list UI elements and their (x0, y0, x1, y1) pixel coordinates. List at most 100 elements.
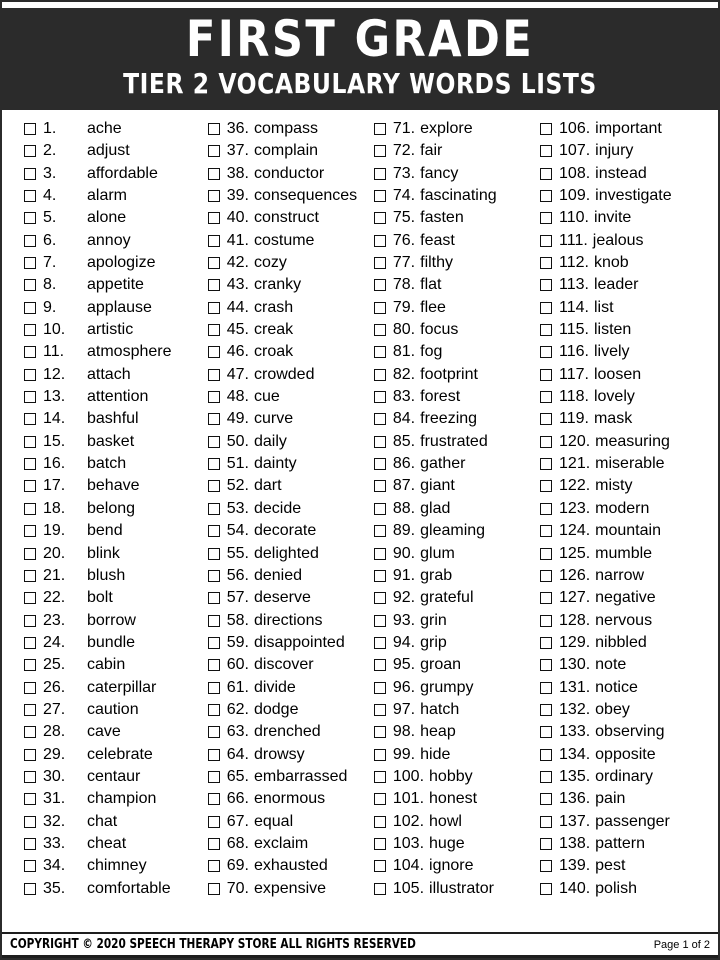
word-list-item[interactable]: 43. cranky (207, 274, 374, 296)
word-list-item[interactable]: 74. fascinating (373, 185, 540, 207)
checkbox-icon[interactable] (207, 748, 220, 761)
checkbox-icon[interactable] (207, 480, 220, 493)
checkbox-icon[interactable] (207, 458, 220, 471)
checkbox-icon[interactable] (24, 860, 36, 873)
checkbox-icon[interactable] (207, 592, 220, 605)
word-list-item[interactable]: 122. misty (540, 475, 712, 497)
word-list-item[interactable]: 130. note (540, 654, 712, 676)
checkbox-icon[interactable] (540, 592, 553, 605)
checkbox-icon[interactable] (373, 324, 386, 337)
word-list-item[interactable]: 91. grab (373, 565, 540, 587)
word-list-item[interactable]: 13. attention (24, 386, 208, 408)
checkbox-icon[interactable] (373, 413, 386, 426)
word-list-item[interactable]: 125. mumble (540, 542, 712, 564)
checkbox-icon[interactable] (540, 502, 553, 515)
checkbox-icon[interactable] (373, 368, 386, 381)
checkbox-icon[interactable] (540, 145, 553, 158)
word-list-item[interactable]: 133. observing (540, 721, 712, 743)
word-list-item[interactable]: 114. list (540, 297, 712, 319)
word-list-item[interactable]: 115. listen (540, 319, 712, 341)
checkbox-icon[interactable] (540, 324, 553, 337)
word-list-item[interactable]: 83. forest (373, 386, 540, 408)
checkbox-icon[interactable] (540, 525, 553, 538)
word-list-item[interactable]: 57. deserve (207, 587, 374, 609)
checkbox-icon[interactable] (540, 860, 553, 873)
word-list-item[interactable]: 82. footprint (373, 364, 540, 386)
checkbox-icon[interactable] (373, 525, 386, 538)
checkbox-icon[interactable] (24, 636, 36, 649)
checkbox-icon[interactable] (373, 167, 386, 180)
checkbox-icon[interactable] (207, 324, 220, 337)
checkbox-icon[interactable] (207, 770, 220, 783)
word-list-item[interactable]: 24. bundle (24, 632, 208, 654)
checkbox-icon[interactable] (24, 547, 36, 560)
checkbox-icon[interactable] (24, 837, 36, 850)
word-list-item[interactable]: 49. curve (207, 408, 374, 430)
word-list-item[interactable]: 6. annoy (24, 230, 208, 252)
checkbox-icon[interactable] (207, 190, 220, 202)
checkbox-icon[interactable] (373, 614, 386, 627)
word-list-item[interactable]: 10. artistic (24, 319, 208, 341)
word-list-item[interactable]: 116. lively (540, 341, 712, 363)
checkbox-icon[interactable] (373, 257, 386, 270)
checkbox-icon[interactable] (207, 860, 220, 873)
word-list-item[interactable]: 30. centaur (24, 766, 208, 788)
checkbox-icon[interactable] (207, 703, 220, 716)
word-list-item[interactable]: 71. explore (373, 118, 540, 140)
checkbox-icon[interactable] (24, 324, 36, 337)
word-list-item[interactable]: 100. hobby (373, 766, 540, 788)
word-list-item[interactable]: 101. honest (373, 788, 540, 810)
word-list-item[interactable]: 128. nervous (540, 609, 712, 631)
word-list-item[interactable]: 134. opposite (540, 743, 712, 765)
word-list-item[interactable]: 96. grumpy (373, 676, 540, 698)
checkbox-icon[interactable] (540, 770, 553, 783)
checkbox-icon[interactable] (24, 145, 36, 158)
checkbox-icon[interactable] (540, 458, 553, 471)
checkbox-icon[interactable] (540, 301, 553, 314)
word-list-item[interactable]: 126. narrow (540, 565, 712, 587)
checkbox-icon[interactable] (207, 882, 220, 895)
checkbox-icon[interactable] (373, 234, 386, 247)
checkbox-icon[interactable] (207, 122, 220, 135)
checkbox-icon[interactable] (207, 212, 220, 225)
word-list-item[interactable]: 36. compass (207, 118, 374, 140)
word-list-item[interactable]: 56. denied (207, 565, 374, 587)
word-list-item[interactable]: 111. jealous (540, 230, 712, 252)
word-list-item[interactable]: 99. hide (373, 743, 540, 765)
checkbox-icon[interactable] (24, 435, 36, 448)
checkbox-icon[interactable] (373, 458, 386, 471)
word-list-item[interactable]: 4. alarm (24, 185, 208, 207)
word-list-item[interactable]: 113. leader (540, 274, 712, 296)
word-list-item[interactable]: 50. daily (207, 431, 374, 453)
checkbox-icon[interactable] (207, 145, 220, 158)
word-list-item[interactable]: 1. ache (24, 118, 208, 140)
word-list-item[interactable]: 54. decorate (207, 520, 374, 542)
checkbox-icon[interactable] (540, 391, 553, 404)
checkbox-icon[interactable] (373, 703, 386, 716)
checkbox-icon[interactable] (540, 882, 553, 895)
word-list-item[interactable]: 35. comfortable (24, 877, 208, 899)
checkbox-icon[interactable] (207, 681, 220, 694)
checkbox-icon[interactable] (373, 190, 386, 202)
checkbox-icon[interactable] (373, 726, 386, 739)
checkbox-icon[interactable] (24, 748, 36, 761)
checkbox-icon[interactable] (373, 770, 386, 783)
checkbox-icon[interactable] (24, 726, 36, 739)
word-list-item[interactable]: 22. bolt (24, 587, 208, 609)
word-list-item[interactable]: 92. grateful (373, 587, 540, 609)
word-list-item[interactable]: 65. embarrassed (207, 766, 374, 788)
checkbox-icon[interactable] (207, 726, 220, 739)
checkbox-icon[interactable] (24, 882, 36, 895)
word-list-item[interactable]: 69. exhausted (207, 855, 374, 877)
checkbox-icon[interactable] (540, 569, 553, 582)
word-list-item[interactable]: 20. blink (24, 542, 208, 564)
checkbox-icon[interactable] (207, 346, 220, 359)
word-list-item[interactable]: 112. knob (540, 252, 712, 274)
word-list-item[interactable]: 98. heap (373, 721, 540, 743)
checkbox-icon[interactable] (24, 301, 36, 314)
word-list-item[interactable]: 72. fair (373, 140, 540, 162)
checkbox-icon[interactable] (373, 636, 386, 649)
checkbox-icon[interactable] (24, 614, 36, 627)
word-list-item[interactable]: 27. caution (24, 699, 208, 721)
checkbox-icon[interactable] (540, 435, 553, 448)
